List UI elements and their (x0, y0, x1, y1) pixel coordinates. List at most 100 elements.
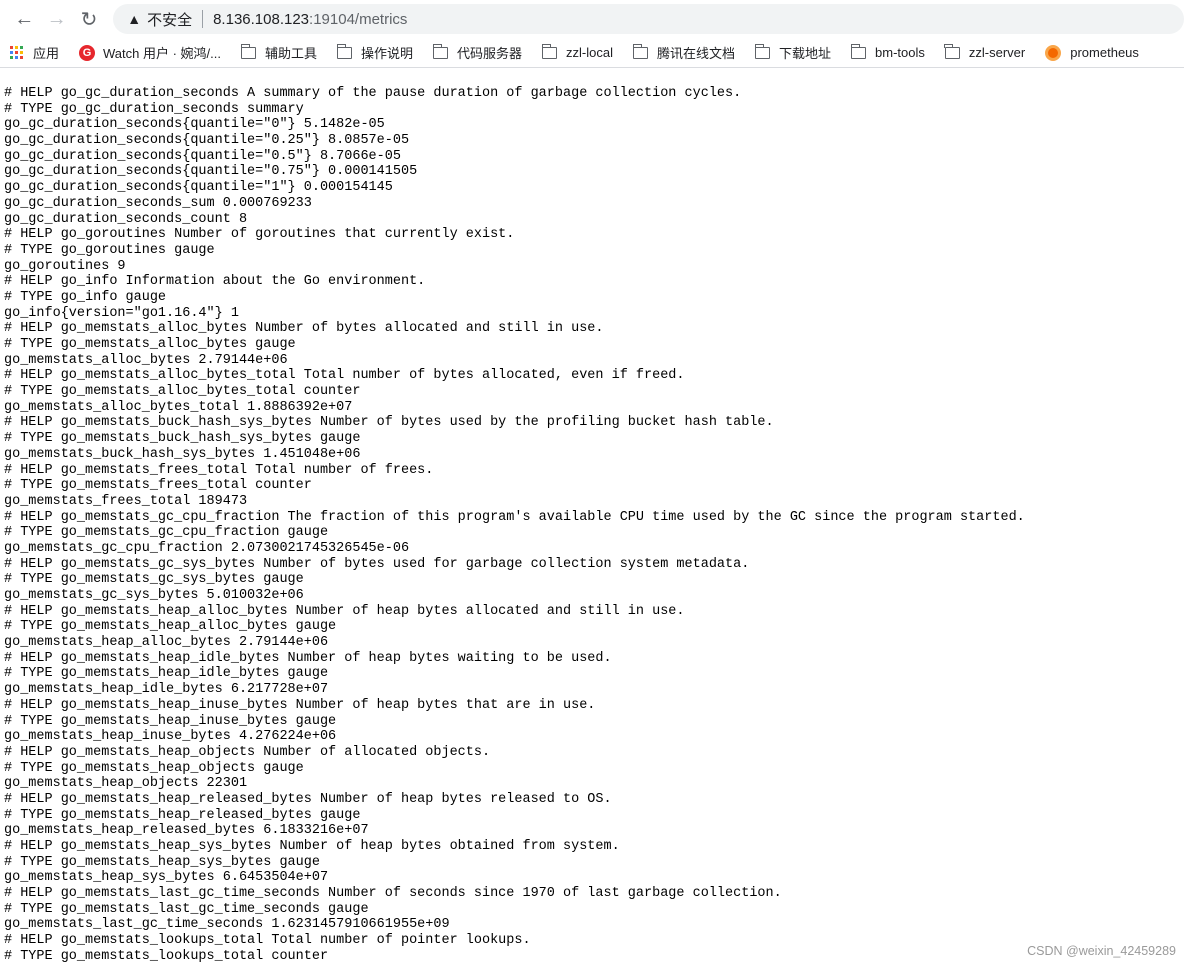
bookmark-label: 辅助工具 (265, 46, 318, 61)
bookmark-4[interactable]: 代码服务器 (432, 43, 523, 62)
url-path: :19104/metrics (309, 10, 408, 28)
bookmark-8[interactable]: bm-tools (850, 43, 925, 60)
metric-line: go_gc_duration_seconds_count 8 (4, 211, 248, 227)
metric-line: go_memstats_alloc_bytes_total 1.8886392e… (4, 399, 353, 415)
reload-button[interactable]: ↻ (73, 4, 105, 34)
metric-line: # HELP go_memstats_heap_sys_bytes Number… (4, 839, 620, 854)
metric-line: # HELP go_info Information about the Go … (4, 274, 426, 290)
apps-grid-icon (10, 46, 23, 59)
metric-line: # HELP go_memstats_lookups_total Total n… (4, 933, 531, 949)
bookmark-7[interactable]: 下载地址 (754, 43, 832, 62)
folder-icon (240, 43, 256, 59)
metric-line: go_memstats_frees_total 189473 (4, 493, 248, 509)
metric-line: go_gc_duration_seconds_sum 0.000769233 (4, 195, 312, 211)
bookmark-9[interactable]: zzl-server (944, 43, 1025, 60)
metric-line: # TYPE go_memstats_heap_idle_bytes gauge (4, 666, 329, 682)
grafana-icon (1045, 44, 1062, 61)
metric-line: # TYPE go_memstats_heap_objects gauge (4, 760, 304, 776)
bookmark-label: 腾讯在线文档 (657, 46, 736, 61)
metric-line: # HELP go_memstats_alloc_bytes_total Tot… (4, 368, 685, 384)
metric-line: # TYPE go_memstats_gc_sys_bytes gauge (4, 572, 304, 588)
folder-icon (944, 43, 960, 59)
metric-line: # TYPE go_memstats_buck_hash_sys_bytes g… (4, 431, 361, 447)
folder-icon (850, 43, 867, 59)
metric-line: go_goroutines 9 (4, 258, 126, 274)
watermark: CSDN @weixin_42459289 (1027, 944, 1176, 958)
metric-line: # HELP go_memstats_heap_released_bytes N… (4, 791, 612, 807)
bookmark-10[interactable]: prometheus (1045, 44, 1139, 61)
folder-icon (432, 43, 449, 59)
metric-line: go_memstats_heap_idle_bytes 6.217728e+07 (4, 682, 329, 698)
metric-line: # TYPE go_memstats_heap_sys_bytes gauge (4, 854, 320, 870)
url-host: 8.136.108.123 (213, 10, 310, 28)
metric-line: # HELP go_memstats_frees_total Total num… (4, 462, 434, 478)
back-button[interactable]: ← (8, 4, 40, 34)
metric-line: # HELP go_memstats_last_gc_time_seconds … (4, 886, 782, 902)
metric-line: # HELP go_memstats_heap_alloc_bytes Numb… (4, 603, 685, 619)
address-bar[interactable]: ▲ 不安全 8.136.108.123:19104/metrics (113, 4, 1184, 34)
metric-line: go_memstats_heap_objects 22301 (4, 776, 248, 792)
metric-line: # TYPE go_memstats_alloc_bytes gauge (4, 337, 296, 352)
bookmark-0[interactable]: 应用 (10, 43, 59, 62)
bookmark-label: 操作说明 (361, 46, 414, 61)
bookmark-label: bm-tools (875, 45, 925, 60)
folder-icon (632, 43, 649, 59)
security-label[interactable]: 不安全 (147, 9, 192, 30)
metric-line: go_memstats_gc_cpu_fraction 2.0730021745… (4, 540, 410, 556)
metric-line: # HELP go_memstats_alloc_bytes Number of… (4, 321, 604, 337)
bookmark-5[interactable]: zzl-local (541, 43, 614, 60)
metric-line: go_memstats_heap_inuse_bytes 4.276224e+0… (4, 729, 337, 745)
browser-toolbar: ← → ↻ ▲ 不安全 8.136.108.123:19104/metrics (0, 0, 1184, 38)
metric-line: # TYPE go_memstats_heap_released_bytes g… (4, 807, 361, 823)
metric-line: # TYPE go_info gauge (4, 289, 167, 305)
metric-line: go_gc_duration_seconds{quantile="0.25"} … (4, 133, 410, 149)
metric-line: go_gc_duration_seconds{quantile="0.5"} 8… (4, 148, 401, 164)
metric-line: # HELP go_memstats_buck_hash_sys_bytes N… (4, 415, 774, 431)
metric-line: # HELP go_memstats_heap_idle_bytes Numbe… (4, 650, 612, 666)
metric-line: go_info{version="go1.16.4"} 1 (4, 305, 239, 321)
metric-line: go_memstats_heap_sys_bytes 6.6453504e+07 (4, 870, 329, 886)
bookmark-6[interactable]: 腾讯在线文档 (632, 43, 736, 62)
metric-line: # TYPE go_goroutines gauge (4, 242, 215, 258)
metric-line: # TYPE go_memstats_heap_inuse_bytes gaug… (4, 713, 337, 729)
bookmark-label: 应用 (33, 46, 60, 61)
metric-line: go_gc_duration_seconds{quantile="0"} 5.1… (4, 117, 385, 133)
metric-line: # HELP go_memstats_gc_cpu_fraction The f… (4, 509, 1025, 525)
metric-line: # TYPE go_memstats_frees_total counter (4, 478, 312, 494)
metric-line: go_memstats_heap_released_bytes 6.183321… (4, 823, 369, 839)
warning-icon: ▲ (127, 11, 142, 27)
bookmarks-bar: 应用 G Watch 用户 · 婉鸿/... 辅助工具 操作说明 代码服务器 zzl-loc… (0, 38, 1184, 68)
metric-line: # TYPE go_memstats_heap_alloc_bytes gaug… (4, 619, 337, 635)
bookmark-label: 下载地址 (779, 46, 832, 61)
bookmark-label: 代码服务器 (457, 46, 523, 61)
metric-line: # TYPE go_memstats_alloc_bytes_total cou… (4, 384, 361, 400)
bookmark-label: Watch 用户 · 婉鸿/... (103, 46, 221, 61)
metric-line: # TYPE go_memstats_last_gc_time_seconds … (4, 901, 369, 917)
bookmark-label: zzl-local (566, 45, 614, 60)
metric-line: # TYPE go_gc_duration_seconds summary (4, 101, 304, 117)
bookmark-1[interactable]: G Watch 用户 · 婉鸿/... (79, 43, 221, 62)
divider (202, 10, 204, 28)
folder-icon (754, 43, 771, 59)
metric-line: # HELP go_memstats_heap_inuse_bytes Numb… (4, 697, 596, 713)
metric-line: # HELP go_memstats_gc_sys_bytes Number o… (4, 556, 750, 572)
metric-line: go_memstats_buck_hash_sys_bytes 1.451048… (4, 446, 361, 462)
bookmark-3[interactable]: 操作说明 (336, 43, 414, 62)
metric-line: # HELP go_memstats_heap_objects Number o… (4, 744, 491, 760)
metric-line: go_memstats_gc_sys_bytes 5.010032e+06 (4, 588, 304, 603)
bookmark-label: prometheus (1070, 45, 1139, 60)
metrics-text: # HELP go_gc_duration_seconds A summary … (4, 86, 1025, 965)
gitee-icon: G (79, 44, 96, 61)
metric-line: go_memstats_alloc_bytes 2.79144e+06 (4, 352, 288, 368)
metric-line: go_memstats_heap_alloc_bytes 2.79144e+06 (4, 635, 329, 651)
folder-icon (336, 43, 353, 59)
metric-line: go_gc_duration_seconds{quantile="1"} 0.0… (4, 180, 393, 196)
metric-line: # HELP go_goroutines Number of goroutine… (4, 227, 515, 243)
forward-button[interactable]: → (40, 4, 72, 34)
metric-line: # TYPE go_memstats_lookups_total counter (4, 948, 329, 964)
folder-icon (541, 43, 558, 59)
metric-line: # HELP go_gc_duration_seconds A summary … (4, 86, 742, 101)
metric-line: go_gc_duration_seconds{quantile="0.75"} … (4, 164, 418, 180)
bookmark-2[interactable]: 辅助工具 (240, 43, 318, 62)
metric-line: go_memstats_last_gc_time_seconds 1.62314… (4, 917, 450, 933)
